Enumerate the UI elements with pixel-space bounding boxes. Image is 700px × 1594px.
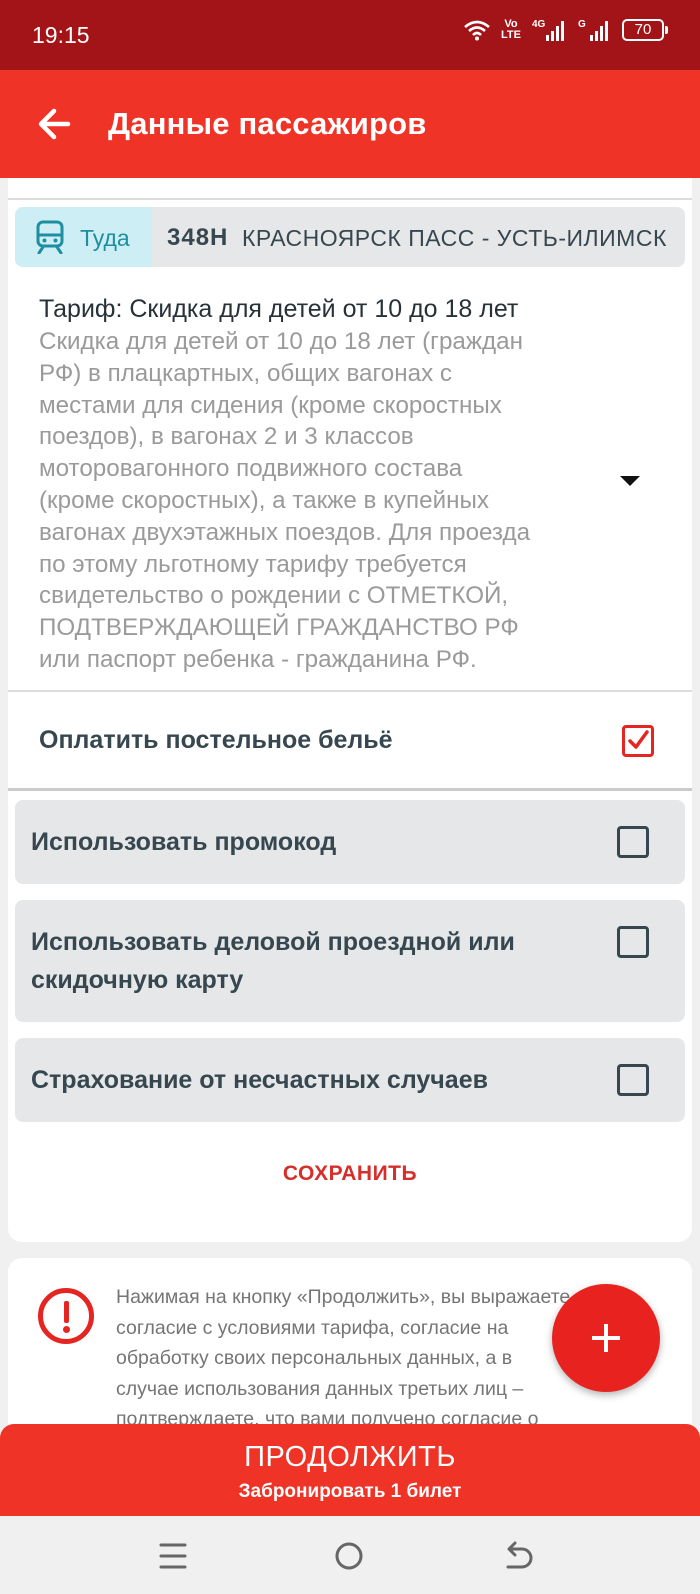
signal-g-icon: G: [578, 19, 608, 41]
divider: [8, 788, 692, 791]
back-arrow-icon: [506, 1541, 533, 1569]
tariff-title: Тариф: Скидка для детей от 10 до 18 лет: [39, 295, 519, 323]
route-name: КРАСНОЯРСК ПАСС - УСТЬ-ИЛИМСК: [242, 225, 667, 251]
tariff-line: моторовагонного подвижного состава: [39, 455, 463, 483]
divider: [8, 198, 692, 200]
home-circle-icon: [335, 1542, 363, 1570]
consent-text: Нажимая на кнопку «Продолжить», вы выраж…: [116, 1282, 586, 1435]
status-time: 19:15: [32, 22, 90, 48]
net-4g-label: 4G: [532, 19, 546, 30]
insurance-checkbox[interactable]: [617, 1064, 649, 1096]
promo-checkbox[interactable]: [617, 826, 649, 858]
consent-line: обработку своих персональных данных, а в: [116, 1347, 513, 1369]
tariff-line: ПОДТВЕРЖДАЮЩЕЙ ГРАЖДАНСТВО РФ: [39, 614, 519, 642]
back-nav-button[interactable]: [500, 1536, 540, 1576]
tariff-line: по этому льготному тарифу требуется: [39, 550, 467, 578]
insurance-option[interactable]: Страхование от несчастных случаев: [15, 1038, 685, 1122]
business-card-label: Использовать деловой проездной или скидо…: [31, 923, 515, 999]
arrow-left-icon: [38, 108, 71, 140]
train-icon: [36, 220, 64, 254]
tariff-line: (кроме скоростных), а также в купейных: [39, 486, 489, 514]
route-banner: Туда 348Н КРАСНОЯРСК ПАСС - УСТЬ-ИЛИМСК: [15, 207, 685, 267]
tariff-description: Скидка для детей от 10 до 18 лет (гражда…: [39, 326, 619, 676]
bed-linen-label: Оплатить постельное бельё: [39, 726, 393, 754]
business-card-label-line: скидочную карту: [31, 966, 244, 994]
app-bar: Данные пассажиров: [0, 70, 700, 178]
business-card-checkbox[interactable]: [617, 926, 649, 958]
back-button[interactable]: [34, 102, 78, 146]
promo-label: Использовать промокод: [31, 828, 337, 856]
net-g-label: G: [578, 19, 586, 30]
add-passenger-button[interactable]: [552, 1284, 660, 1392]
wifi-icon: [464, 20, 490, 41]
check-icon: [628, 730, 649, 749]
tariff-line: вагонах двухэтажных поездов. Для проезда: [39, 518, 531, 546]
tariff-line: местами для сидения (кроме скоростных: [39, 391, 502, 419]
business-card-label-line: Использовать деловой проездной или: [31, 928, 515, 956]
consent-line: Нажимая на кнопку «Продолжить», вы выраж…: [116, 1286, 571, 1308]
battery-icon: 70: [622, 19, 668, 41]
menu-nav-button[interactable]: [153, 1536, 193, 1576]
bed-linen-checkbox[interactable]: [622, 725, 654, 757]
menu-icon: [159, 1543, 187, 1569]
consent-line: согласие с условиями тарифа, согласие на: [116, 1316, 509, 1339]
route-direction-label: Туда: [80, 225, 130, 251]
home-nav-button[interactable]: [329, 1536, 369, 1576]
exclamation-circle-icon: [38, 1288, 94, 1344]
plus-icon-stroke: [604, 1324, 608, 1352]
continue-button[interactable]: ПРОДОЛЖИТЬ Забронировать 1 билет: [0, 1424, 700, 1516]
tariff-line: свидетельство о рождении с ОТМЕТКОЙ,: [39, 582, 509, 610]
page-title: Данные пассажиров: [108, 106, 427, 141]
tariff-line: поездов), в вагонах 2 и 3 классов: [39, 423, 414, 451]
train-number: 348Н: [167, 224, 229, 251]
tariff-line: РФ) в плацкартных, общих вагонах с: [39, 359, 452, 387]
promo-option[interactable]: Использовать промокод: [15, 800, 685, 884]
passenger-card: Туда 348Н КРАСНОЯРСК ПАСС - УСТЬ-ИЛИМСК …: [8, 178, 692, 1242]
insurance-label: Страхование от несчастных случаев: [31, 1066, 488, 1094]
status-icons: Vo LTE 4G G 70: [464, 18, 668, 42]
signal-4g-icon: 4G: [532, 19, 564, 41]
business-card-option[interactable]: Использовать деловой проездной или скидо…: [15, 900, 685, 1022]
continue-label: ПРОДОЛЖИТЬ: [244, 1441, 456, 1473]
tariff-line: или паспорт ребенка - гражданина РФ.: [39, 645, 477, 673]
status-bar: 19:15 Vo LTE 4G G 70: [0, 0, 700, 70]
save-button[interactable]: СОХРАНИТЬ: [8, 1162, 692, 1186]
volte-indicator: Vo LTE: [501, 18, 521, 41]
tariff-line: Скидка для детей от 10 до 18 лет (гражда…: [39, 328, 523, 355]
bed-linen-option[interactable]: Оплатить постельное бельё: [8, 692, 692, 788]
chevron-down-icon[interactable]: [620, 476, 640, 486]
continue-sublabel: Забронировать 1 билет: [238, 1481, 462, 1502]
route-direction: Туда: [15, 207, 152, 267]
consent-line: случае использования данных третьих лиц …: [116, 1377, 524, 1400]
tariff-selector[interactable]: Тариф: Скидка для детей от 10 до 18 лет …: [39, 294, 619, 676]
system-nav-bar: [0, 1516, 700, 1594]
